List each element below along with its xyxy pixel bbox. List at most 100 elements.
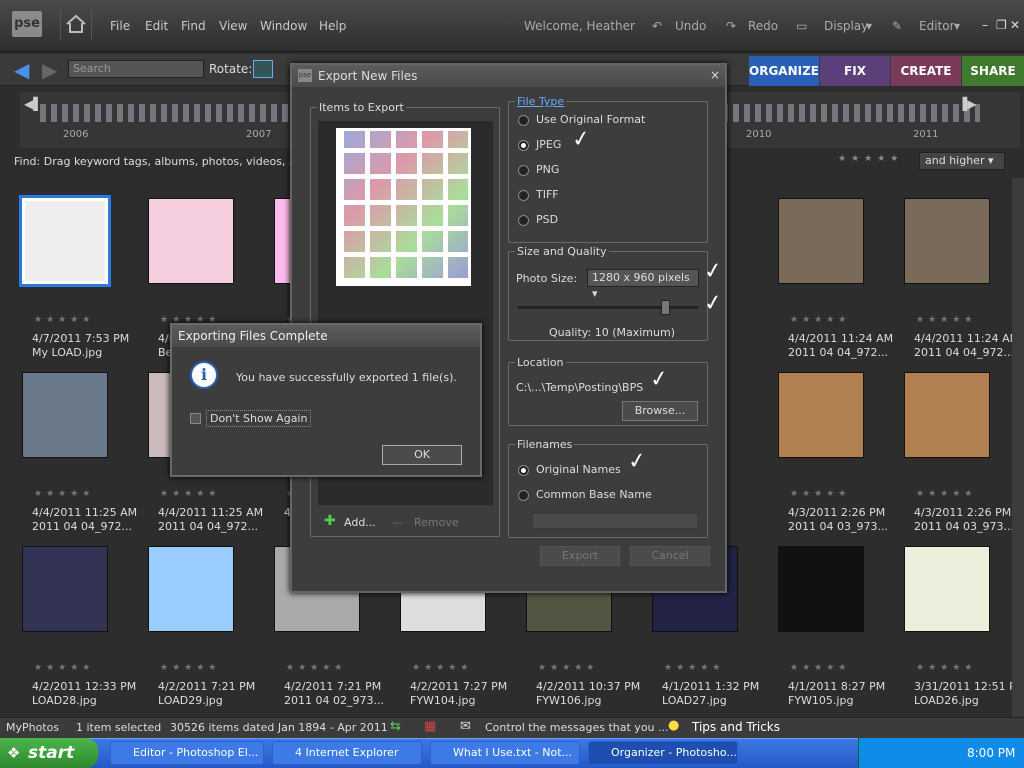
rating-stars[interactable]: ★★★★★ bbox=[916, 663, 976, 673]
quality-slider-track[interactable] bbox=[518, 306, 698, 309]
photo-thumbnail[interactable] bbox=[898, 542, 1018, 647]
photo-thumbnail[interactable] bbox=[16, 542, 136, 647]
close-icon[interactable]: ✕ bbox=[1010, 18, 1020, 32]
rating-stars[interactable]: ★★★★★ bbox=[34, 315, 94, 325]
radio-original-format[interactable] bbox=[518, 115, 529, 126]
photo-thumbnail[interactable] bbox=[772, 194, 892, 299]
rating-stars[interactable]: ★★★★★ bbox=[790, 663, 850, 673]
grid-cell[interactable]: ★★★★★ 4/1/2011 8:27 PM FYW105.jpg bbox=[772, 542, 892, 707]
grid-cell[interactable]: ★★★★★ 4/3/2011 2:26 PM 2011 04 03_973... bbox=[772, 368, 892, 533]
photo-size-select[interactable]: 1280 x 960 pixels ▾ bbox=[587, 269, 699, 300]
tab-create[interactable]: CREATE bbox=[891, 56, 961, 86]
menu-find[interactable]: Find bbox=[181, 19, 206, 33]
cancel-button[interactable]: Cancel bbox=[630, 546, 710, 566]
timeline-left-handle-icon[interactable]: ◀▌ bbox=[24, 97, 42, 111]
grid-cell[interactable]: ★★★★★ 4/2/2011 7:21 PM LOAD29.jpg bbox=[142, 542, 262, 707]
rating-stars[interactable]: ★★★★★ bbox=[790, 489, 850, 499]
close-icon[interactable]: × bbox=[710, 68, 720, 82]
rating-stars[interactable]: ★★★★★ bbox=[538, 663, 598, 673]
export-button[interactable]: Export bbox=[540, 546, 620, 566]
dont-show-checkbox[interactable] bbox=[190, 413, 201, 424]
photo-thumbnail[interactable] bbox=[16, 194, 136, 299]
calendar-icon[interactable]: ▦ bbox=[424, 719, 436, 734]
rating-stars[interactable]: ★★★★★ bbox=[916, 315, 976, 325]
photo-thumbnail[interactable] bbox=[16, 368, 136, 473]
grid-cell[interactable]: ★★★★★ 4/7/2011 7:53 PM My LOAD.jpg bbox=[16, 194, 136, 359]
clock: 8:00 PM bbox=[967, 746, 1016, 760]
search-input[interactable]: Search bbox=[68, 60, 204, 78]
rating-stars[interactable]: ★★★★★ bbox=[160, 489, 220, 499]
grid-cell[interactable]: ★★★★★ 4/4/2011 11:24 AM 2011 04 04_972... bbox=[772, 194, 893, 359]
export-item-thumbnail[interactable] bbox=[336, 128, 471, 286]
task-organizer[interactable]: Organizer - Photosho... bbox=[588, 741, 738, 765]
message-icon[interactable]: ✉ bbox=[460, 719, 471, 734]
photo-thumbnail[interactable] bbox=[142, 542, 262, 647]
photo-thumbnail[interactable] bbox=[898, 194, 1018, 299]
undo-button[interactable]: Undo bbox=[675, 19, 706, 33]
chevron-down-icon: ▾ bbox=[987, 154, 994, 167]
rating-stars[interactable]: ★★★★★ bbox=[286, 663, 346, 673]
restore-icon[interactable]: ❐ bbox=[996, 18, 1007, 32]
menu-file[interactable]: File bbox=[110, 19, 130, 33]
radio-common-base-name[interactable] bbox=[518, 490, 529, 501]
timeline-right-handle-icon[interactable]: ▐▶ bbox=[958, 97, 976, 111]
grid-cell[interactable]: ★★★★★ 4/2/2011 12:33 PM LOAD28.jpg bbox=[16, 542, 136, 707]
menu-view[interactable]: View bbox=[219, 19, 247, 33]
grid-cell[interactable]: ★★★★★ 4/3/2011 2:26 PM 2011 04 03_973... bbox=[898, 368, 1018, 533]
radio-label: Use Original Format bbox=[536, 113, 646, 126]
photo-name: FYW105.jpg bbox=[788, 694, 854, 707]
grid-cell[interactable]: ★★★★★ 3/31/2011 12:51 PM LOAD26.jpg bbox=[898, 542, 1024, 707]
tips-and-tricks-link[interactable]: Tips and Tricks bbox=[692, 720, 780, 734]
browse-button[interactable]: Browse... bbox=[622, 401, 698, 421]
menu-edit[interactable]: Edit bbox=[145, 19, 168, 33]
rotate-left-icon[interactable] bbox=[253, 60, 273, 78]
tab-share[interactable]: SHARE bbox=[962, 56, 1024, 86]
radio-tiff[interactable] bbox=[518, 190, 529, 201]
grid-cell[interactable]: ★★★★★ 4/4/2011 11:24 AM 2011 04 04_972... bbox=[898, 194, 1019, 359]
redo-button[interactable]: Redo bbox=[748, 19, 778, 33]
radio-psd[interactable] bbox=[518, 215, 529, 226]
radio-jpeg[interactable] bbox=[518, 140, 529, 151]
radio-original-names[interactable] bbox=[518, 465, 529, 476]
add-button[interactable]: Add... bbox=[344, 516, 376, 529]
ok-button[interactable]: OK bbox=[382, 445, 462, 465]
photo-date: 4/2/2011 7:21 PM bbox=[284, 680, 382, 693]
rating-stars[interactable]: ★★★★★ bbox=[412, 663, 472, 673]
status-messages[interactable]: Control the messages that you ... bbox=[485, 721, 669, 734]
photo-thumbnail[interactable] bbox=[142, 194, 262, 299]
radio-png[interactable] bbox=[518, 165, 529, 176]
rating-stars[interactable]: ★★★★★ bbox=[34, 489, 94, 499]
task-internet-explorer[interactable]: 4 Internet Explorer bbox=[272, 741, 422, 765]
menu-help[interactable]: Help bbox=[319, 19, 346, 33]
display-menu[interactable]: Display bbox=[824, 19, 868, 33]
photo-thumbnail[interactable] bbox=[772, 542, 892, 647]
quality-slider-thumb[interactable] bbox=[661, 300, 670, 315]
rating-stars[interactable]: ★★★★★ bbox=[916, 489, 976, 499]
home-button[interactable] bbox=[60, 10, 92, 40]
timeline-year: 2006 bbox=[63, 129, 89, 140]
forward-arrow-icon[interactable]: ▶ bbox=[42, 58, 57, 82]
photo-thumbnail[interactable] bbox=[898, 368, 1018, 473]
back-arrow-icon[interactable]: ◀ bbox=[14, 58, 29, 82]
remove-button[interactable]: Remove bbox=[414, 516, 459, 529]
thumbnail-image bbox=[22, 546, 108, 632]
sync-icon[interactable]: ⇆ bbox=[390, 719, 401, 734]
minimize-icon[interactable]: – bbox=[982, 18, 988, 32]
editor-menu[interactable]: Editor bbox=[919, 19, 955, 33]
photo-date: 4/2/2011 7:27 PM bbox=[410, 680, 508, 693]
task-notepad[interactable]: What I Use.txt - Not... bbox=[430, 741, 580, 765]
rating-stars[interactable]: ★★★★★ bbox=[664, 663, 724, 673]
rating-stars[interactable]: ★★★★★ bbox=[838, 154, 903, 164]
rating-stars[interactable]: ★★★★★ bbox=[160, 663, 220, 673]
grid-cell[interactable]: ★★★★★ 4/4/2011 11:25 AM 2011 04 04_972... bbox=[16, 368, 137, 533]
photo-thumbnail[interactable] bbox=[772, 368, 892, 473]
rating-stars[interactable]: ★★★★★ bbox=[790, 315, 850, 325]
task-editor[interactable]: Editor - Photoshop El... bbox=[110, 741, 264, 765]
base-name-input[interactable] bbox=[532, 513, 698, 529]
rating-filter-select[interactable]: and higher ▾ bbox=[919, 152, 1005, 170]
rating-stars[interactable]: ★★★★★ bbox=[34, 663, 94, 673]
tab-organize[interactable]: ORGANIZE bbox=[749, 56, 819, 86]
menu-window[interactable]: Window bbox=[260, 19, 307, 33]
grid-scrollbar[interactable] bbox=[1012, 178, 1024, 718]
tab-fix[interactable]: FIX bbox=[820, 56, 890, 86]
